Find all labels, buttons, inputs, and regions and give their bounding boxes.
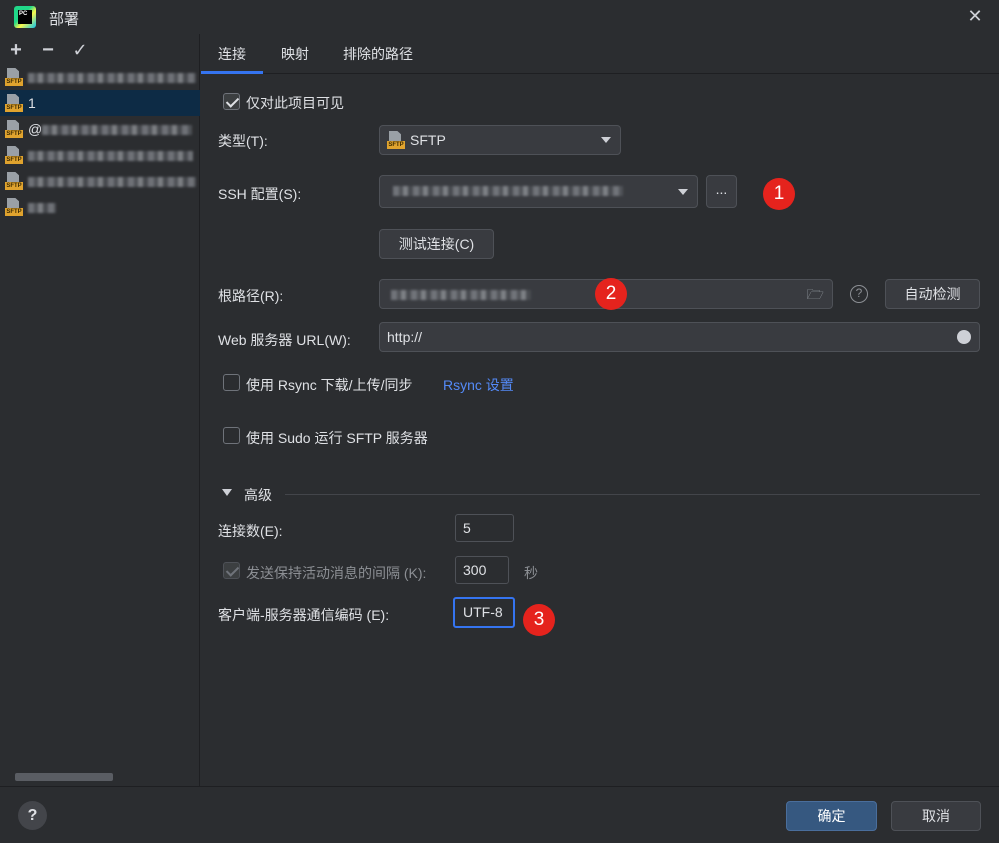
- help-icon[interactable]: ?: [850, 285, 868, 303]
- annotation-badge-1: 1: [763, 178, 795, 210]
- sudo-checkbox[interactable]: [223, 427, 240, 444]
- blurred-server-name: [28, 203, 56, 214]
- connection-settings-panel: 连接 映射 排除的路径 仅对此项目可见 类型(T): SFTP SFTP SSH…: [201, 34, 999, 786]
- test-connection-button[interactable]: 测试连接(C): [379, 229, 494, 259]
- rsync-settings-link[interactable]: Rsync 设置: [443, 375, 514, 395]
- sftp-server-icon: SFTP: [5, 68, 23, 86]
- server-item[interactable]: SFTP: [0, 194, 200, 220]
- set-default-check-button[interactable]: ✓: [70, 38, 90, 62]
- sftp-server-icon: SFTP: [5, 94, 23, 112]
- keepalive-interval-field[interactable]: 300: [455, 556, 509, 584]
- dialog-footer: ? 确定 取消: [0, 786, 999, 843]
- collapse-triangle-icon[interactable]: [222, 489, 232, 496]
- chevron-down-icon: [678, 189, 688, 195]
- cancel-button[interactable]: 取消: [891, 801, 981, 831]
- encoding-label: 客户端-服务器通信编码 (E):: [218, 607, 390, 623]
- sftp-type-icon: SFTP: [387, 131, 405, 149]
- visible-only-label: 仅对此项目可见: [246, 95, 344, 111]
- connections-label: 连接数(E):: [218, 523, 283, 539]
- sftp-server-icon: SFTP: [5, 172, 23, 190]
- keepalive-unit: 秒: [524, 565, 538, 581]
- sftp-server-icon: SFTP: [5, 120, 23, 138]
- keepalive-checkbox[interactable]: [223, 562, 240, 579]
- server-sidebar: + − ✓ SFTP SFTP 1 SFTP @ SFTP SFTP SFTP: [0, 34, 200, 786]
- ssh-config-combobox[interactable]: [379, 175, 698, 208]
- server-item[interactable]: SFTP: [0, 168, 200, 194]
- blurred-root-path: [391, 290, 531, 301]
- type-value: SFTP: [410, 132, 446, 148]
- tab-excluded-paths[interactable]: 排除的路径: [326, 34, 430, 74]
- chevron-down-icon: [601, 137, 611, 143]
- blurred-server-name: [42, 125, 193, 136]
- keepalive-label: 发送保持活动消息的间隔 (K):: [246, 565, 427, 581]
- server-name: 1: [28, 95, 36, 111]
- folder-icon[interactable]: 🗁: [807, 280, 824, 308]
- close-icon[interactable]: ✕: [965, 6, 985, 26]
- blurred-ssh-config: [393, 186, 623, 197]
- blurred-server-name: [28, 73, 196, 84]
- server-list: SFTP SFTP 1 SFTP @ SFTP SFTP SFTP: [0, 68, 200, 224]
- annotation-badge-2: 2: [595, 278, 627, 310]
- server-item[interactable]: SFTP: [0, 64, 200, 90]
- server-item-selected[interactable]: SFTP 1: [0, 90, 200, 116]
- web-server-url-value: http://: [387, 329, 423, 345]
- advanced-section-label[interactable]: 高级: [244, 485, 272, 505]
- server-item[interactable]: SFTP: [0, 142, 200, 168]
- ok-button[interactable]: 确定: [786, 801, 877, 831]
- ssh-config-label: SSH 配置(S):: [218, 186, 302, 202]
- blurred-server-name: [28, 177, 196, 188]
- tab-bar: 连接 映射 排除的路径: [201, 34, 999, 74]
- pycharm-app-icon: PC: [14, 6, 36, 28]
- connections-field[interactable]: 5: [455, 514, 514, 542]
- web-server-url-label: Web 服务器 URL(W):: [218, 332, 351, 348]
- section-divider: [285, 494, 980, 495]
- type-label: 类型(T):: [218, 133, 268, 149]
- globe-icon[interactable]: [957, 330, 971, 344]
- sftp-server-icon: SFTP: [5, 198, 23, 216]
- add-server-button[interactable]: +: [6, 38, 26, 62]
- window-title: 部署: [49, 11, 80, 28]
- tab-mappings[interactable]: 映射: [264, 34, 326, 74]
- help-icon[interactable]: ?: [18, 801, 47, 830]
- encoding-field[interactable]: UTF-8: [453, 597, 515, 628]
- rsync-label: 使用 Rsync 下载/上传/同步: [246, 377, 413, 393]
- blurred-server-name: [28, 151, 193, 162]
- ssh-config-more-button[interactable]: ...: [706, 175, 737, 208]
- annotation-badge-3: 3: [523, 604, 555, 636]
- server-item[interactable]: SFTP @: [0, 116, 200, 142]
- remove-server-button[interactable]: −: [38, 38, 58, 62]
- auto-detect-button[interactable]: 自动检测: [885, 279, 980, 309]
- server-name-prefix: @: [28, 121, 43, 137]
- sudo-label: 使用 Sudo 运行 SFTP 服务器: [246, 430, 428, 446]
- root-path-label: 根路径(R):: [218, 288, 284, 304]
- type-combobox[interactable]: SFTP SFTP: [379, 125, 621, 155]
- sidebar-horizontal-scrollbar[interactable]: [15, 773, 113, 781]
- sftp-server-icon: SFTP: [5, 146, 23, 164]
- web-server-url-field[interactable]: http://: [379, 322, 980, 352]
- rsync-checkbox[interactable]: [223, 374, 240, 391]
- visible-only-checkbox[interactable]: [223, 93, 240, 110]
- tab-connection[interactable]: 连接: [201, 34, 263, 74]
- sidebar-toolbar: + − ✓: [0, 34, 199, 66]
- title-bar: PC 部署 ✕: [0, 0, 999, 34]
